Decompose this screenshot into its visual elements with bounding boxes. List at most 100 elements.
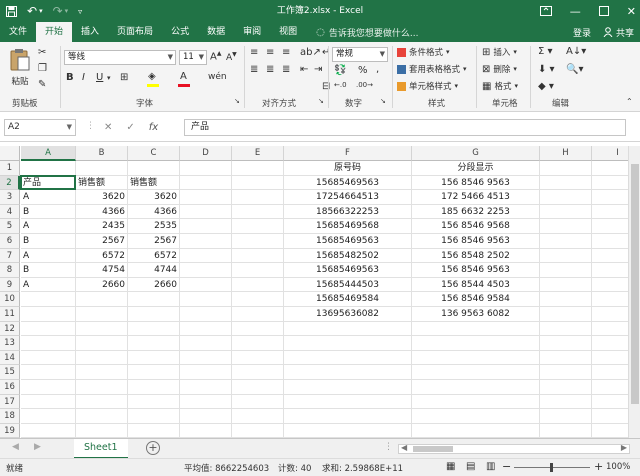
formula-bar-grip-icon[interactable]: ⋮ [86,121,95,131]
cell-a19[interactable] [21,423,76,438]
cell-a18[interactable] [21,409,76,424]
cell-a11[interactable] [21,307,76,322]
delete-cells-button[interactable]: ⊠ 删除 ▾ [482,63,517,76]
cell-g19[interactable] [412,423,540,438]
cell-e16[interactable] [232,380,284,395]
dialog-launcher-icon[interactable]: ↘ [380,97,386,105]
cell-b16[interactable] [76,380,128,395]
row-header-5[interactable]: 5 [0,219,20,234]
cell-h10[interactable] [540,292,592,307]
cell-f12[interactable] [284,321,412,337]
cell-g18[interactable] [412,409,540,424]
cell-h11[interactable] [540,307,592,322]
tab-page-layout[interactable]: 页面布局 [108,22,162,42]
cell-d4[interactable] [180,204,232,220]
cell-c2[interactable]: 销售额 [128,175,180,191]
cell-d19[interactable] [180,423,232,438]
cell-f4[interactable]: 18566322253 [284,204,412,220]
row-header-16[interactable]: 16 [0,380,20,395]
cell-e9[interactable] [232,277,284,293]
collapse-ribbon-icon[interactable]: ⌃ [626,97,633,106]
save-icon[interactable] [6,5,17,17]
increase-decimal-icon[interactable]: ←.0 [334,81,347,89]
cut-icon[interactable]: ✂ [38,47,46,58]
cell-d6[interactable] [180,234,232,249]
cell-a6[interactable]: B [21,234,76,249]
cell-g16[interactable] [412,380,540,395]
cell-d16[interactable] [180,380,232,395]
cell-c13[interactable] [128,336,180,351]
cell-c12[interactable] [128,321,180,337]
autosum-icon[interactable]: Σ ▾ [538,46,553,57]
wrap-text-icon[interactable]: ↵ [322,47,330,58]
cell-b3[interactable]: 3620 [76,190,128,205]
format-as-table-button[interactable]: 套用表格格式 ▾ [397,63,467,75]
cell-h13[interactable] [540,336,592,351]
cell-b5[interactable]: 2435 [76,219,128,234]
cell-h4[interactable] [540,204,592,220]
cell-d14[interactable] [180,350,232,366]
row-header-6[interactable]: 6 [0,234,20,249]
font-size-combo[interactable]: 11 ▼ [179,50,207,65]
zoom-in-icon[interactable]: + [594,460,603,473]
phonetic-icon[interactable]: wén [208,72,227,82]
cell-f2[interactable]: 15685469563 [284,175,412,191]
cell-e5[interactable] [232,219,284,234]
cell-g12[interactable] [412,321,540,337]
cell-d2[interactable] [180,175,232,191]
row-header-18[interactable]: 18 [0,409,20,424]
cell-g1[interactable]: 分段显示 [412,161,540,176]
cell-e3[interactable] [232,190,284,205]
cell-h17[interactable] [540,394,592,410]
cell-g5[interactable]: 156 8546 9568 [412,219,540,234]
cell-g6[interactable]: 156 8546 9563 [412,234,540,249]
column-header-h[interactable]: H [540,146,592,161]
cell-c1[interactable] [128,161,180,176]
redo-dropdown-icon[interactable]: ▾ [65,7,69,15]
cell-h6[interactable] [540,234,592,249]
cell-f7[interactable]: 15685482502 [284,248,412,264]
page-break-view-icon[interactable]: ▥ [486,461,495,472]
cell-h5[interactable] [540,219,592,234]
cell-g2[interactable]: 156 8546 9563 [412,175,540,191]
cell-b4[interactable]: 4366 [76,204,128,220]
cell-f11[interactable]: 13695636082 [284,307,412,322]
align-bottom-icon[interactable]: ≡ [282,47,290,58]
signin-link[interactable]: 登录 [573,26,591,39]
share-button[interactable]: 共享 [603,26,634,39]
cell-a15[interactable] [21,365,76,380]
tab-home[interactable]: 开始 [36,22,73,42]
align-right-icon[interactable]: ≣ [282,64,290,75]
cell-f17[interactable] [284,394,412,410]
cell-f3[interactable]: 17254664513 [284,190,412,205]
cell-a9[interactable]: A [21,277,76,293]
cell-c19[interactable] [128,423,180,438]
page-layout-view-icon[interactable]: ▤ [466,461,475,472]
tab-view[interactable]: 视图 [270,22,306,42]
cell-g15[interactable] [412,365,540,380]
formula-input[interactable]: 产品 [184,119,626,136]
cell-h7[interactable] [540,248,592,264]
cell-h14[interactable] [540,350,592,366]
cell-c14[interactable] [128,350,180,366]
cell-h9[interactable] [540,277,592,293]
cell-e18[interactable] [232,409,284,424]
cell-g7[interactable]: 156 8548 2502 [412,248,540,264]
undo-dropdown-icon[interactable]: ▾ [39,7,43,15]
cell-e7[interactable] [232,248,284,264]
cell-h1[interactable] [540,161,592,176]
customize-toolbar-icon[interactable]: ▿ [78,7,82,16]
cell-d9[interactable] [180,277,232,293]
cell-f5[interactable]: 15685469568 [284,219,412,234]
cell-d13[interactable] [180,336,232,351]
shrink-font-icon[interactable]: A▼ [226,51,237,63]
cell-b15[interactable] [76,365,128,380]
cell-d12[interactable] [180,321,232,337]
cell-a12[interactable] [21,321,76,337]
cell-c7[interactable]: 6572 [128,248,180,264]
align-left-icon[interactable]: ≣ [250,64,258,75]
underline-icon[interactable]: U [96,72,103,83]
cell-e1[interactable] [232,161,284,176]
add-sheet-icon[interactable]: + [146,441,160,455]
borders-icon[interactable]: ⊞ [120,72,128,83]
